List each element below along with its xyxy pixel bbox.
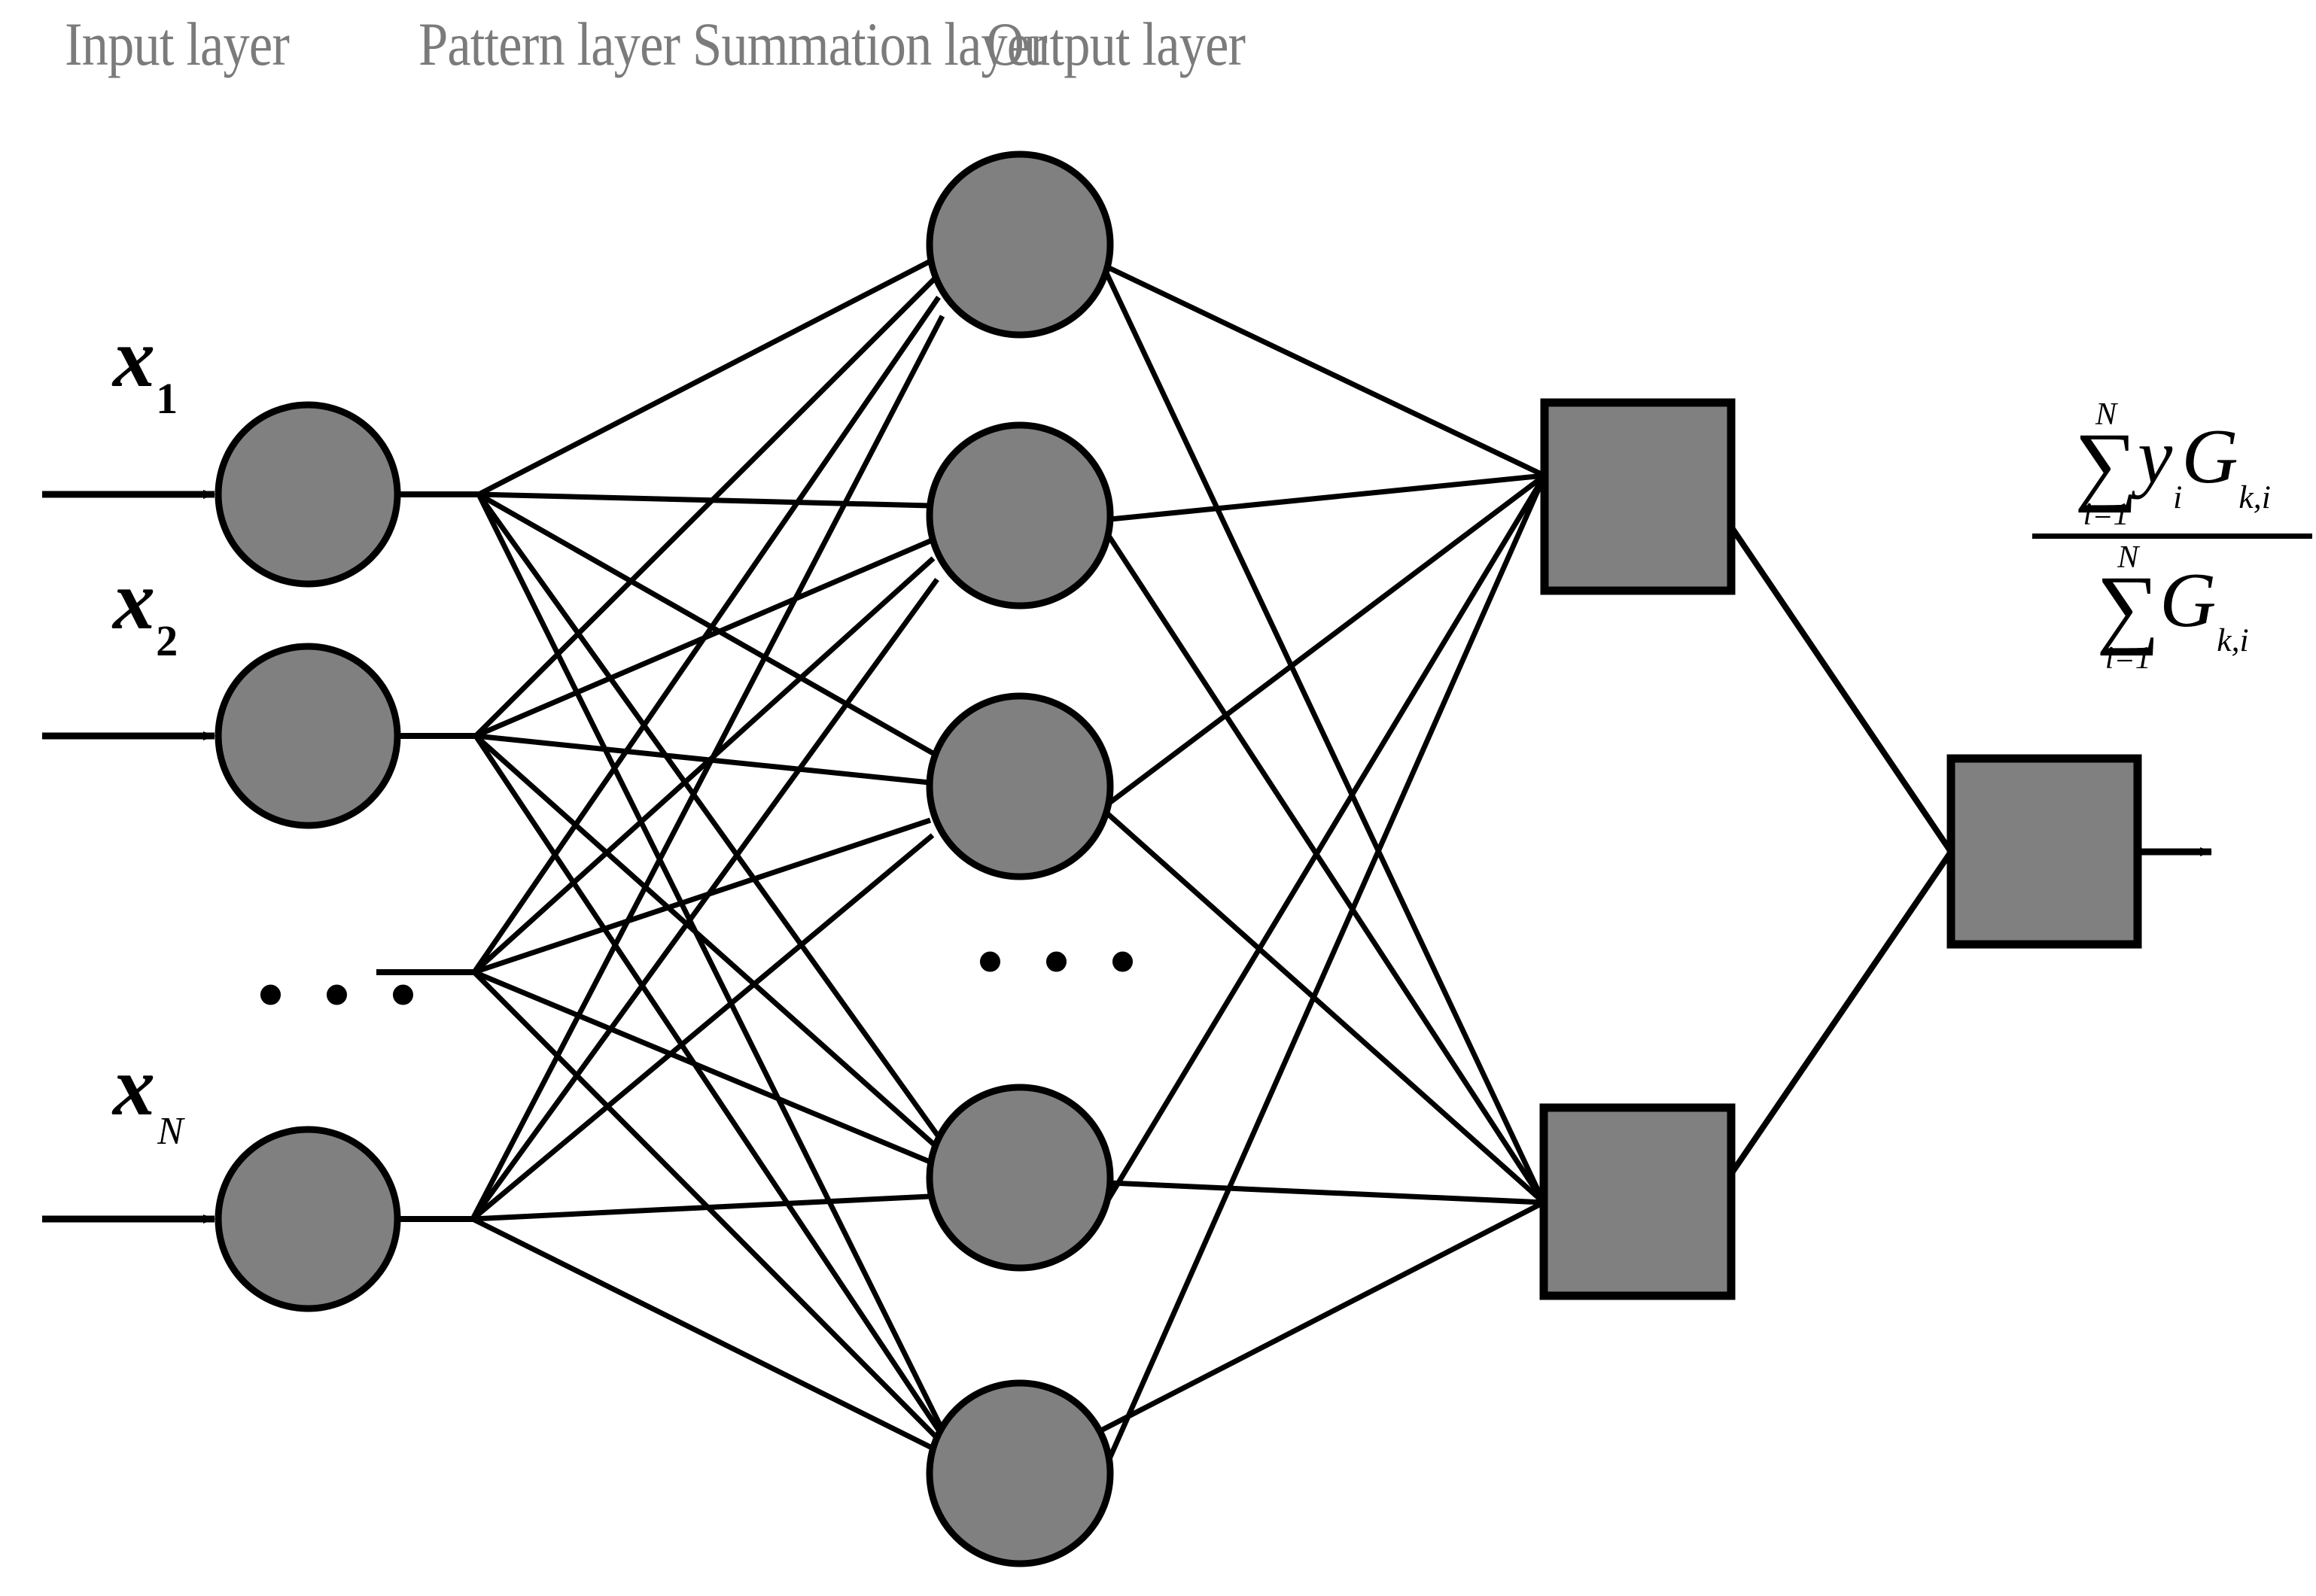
input-node-x2 <box>215 643 401 829</box>
input-layer-nodes <box>215 401 401 1312</box>
numerator-term-g: Gk,i <box>2181 418 2270 513</box>
grnn-diagram: Input layer Pattern layer Summation laye… <box>0 0 2316 1596</box>
edge-p5-s2 <box>1094 1199 1545 1436</box>
output-layer-node <box>1946 754 2212 949</box>
input-label-x2-base: x <box>113 554 155 647</box>
formula-denominator: N ∑ i=1 Gk,i <box>2032 542 2312 673</box>
pattern-layer-ellipsis: • • • <box>977 920 1147 1003</box>
denominator-term-g: Gk,i <box>2159 561 2248 656</box>
input-node-xn <box>215 1126 401 1312</box>
input-to-pattern-edges <box>470 257 945 1452</box>
layer-title-pattern: Pattern layer <box>418 10 680 78</box>
pattern-node-4 <box>926 1084 1114 1272</box>
edge-s1-out <box>1728 524 1954 854</box>
summation-node-1 <box>1540 398 1736 595</box>
input-layer-ellipsis: • • • <box>257 953 428 1036</box>
edge-s2-out <box>1728 850 1954 1176</box>
edge-p3-s1 <box>1104 473 1547 807</box>
input-label-xn-base: x <box>113 1040 155 1133</box>
formula-fraction: N ∑ i=1 yiGk,i N ∑ i=1 Gk,i <box>2032 399 2312 674</box>
numerator-term-g-index: k,i <box>2238 479 2271 515</box>
edge-in1-p2 <box>478 491 931 509</box>
edge-in3-p3 <box>470 833 935 1221</box>
input-label-xn-subscript: N <box>157 1109 184 1153</box>
denominator-summation: N ∑ i=1 <box>2096 542 2159 673</box>
network-graphic <box>42 150 2212 1567</box>
edge-in1-p4 <box>476 492 942 1140</box>
formula-numerator: N ∑ i=1 yiGk,i <box>2032 399 2312 530</box>
denominator-sum-lower-limit: i=1 <box>2104 640 2151 676</box>
numerator-term-y-base: y <box>2138 413 2173 500</box>
input-label-x1-subscript: 1 <box>156 374 178 424</box>
pattern-node-5 <box>926 1379 1114 1567</box>
input-label-x1-base: x <box>113 312 155 405</box>
input-label-xn: xN <box>113 1044 183 1151</box>
layer-title-output: Output layer <box>986 10 1246 78</box>
numerator-term-y: yi <box>2138 418 2182 513</box>
summation-node-2 <box>1539 1103 1736 1300</box>
summation-layer-nodes <box>1539 398 1736 1300</box>
edge-p4-s1 <box>1091 474 1547 1227</box>
input-stubs <box>376 491 479 1222</box>
summation-to-output-edges <box>1728 524 1954 1176</box>
input-label-x1: x1 <box>113 316 178 421</box>
numerator-sum-lower-limit: i=1 <box>2083 497 2129 533</box>
formula-fraction-bar <box>2032 534 2312 540</box>
numerator-sigma-icon: ∑ <box>2074 415 2138 513</box>
numerator-summation: N ∑ i=1 <box>2074 399 2138 530</box>
edge-in1-p3 <box>477 491 937 758</box>
edge-in3-p2 <box>470 577 939 1221</box>
output-formula: N ∑ i=1 yiGk,i N ∑ i=1 Gk,i <box>2032 399 2312 674</box>
pattern-node-1 <box>926 150 1114 339</box>
edge-inE-p4 <box>473 969 933 1166</box>
edge-inE-p1 <box>472 296 941 974</box>
denominator-sigma-icon: ∑ <box>2096 558 2160 657</box>
edge-p2-s2 <box>1106 534 1546 1204</box>
edge-p4-s2 <box>1109 1180 1545 1205</box>
pattern-layer-nodes <box>926 150 1114 1567</box>
pattern-to-summation-edges <box>1079 262 1548 1522</box>
input-label-x2-subscript: 2 <box>156 616 178 666</box>
pattern-node-3 <box>926 692 1114 880</box>
pattern-node-2 <box>926 421 1114 610</box>
edge-in3-p5 <box>471 1216 935 1452</box>
input-node-x1 <box>215 401 401 588</box>
edge-p2-s1 <box>1109 473 1545 522</box>
denominator-term-g-base: G <box>2159 556 2217 643</box>
layer-title-input: Input layer <box>65 10 290 78</box>
edge-p1-s1 <box>1101 262 1546 479</box>
numerator-term-g-base: G <box>2181 413 2238 500</box>
edge-p1-s2 <box>1100 263 1547 1204</box>
input-label-x2: x2 <box>113 558 178 663</box>
output-node <box>1946 754 2142 949</box>
denominator-term-g-index: k,i <box>2217 622 2249 659</box>
